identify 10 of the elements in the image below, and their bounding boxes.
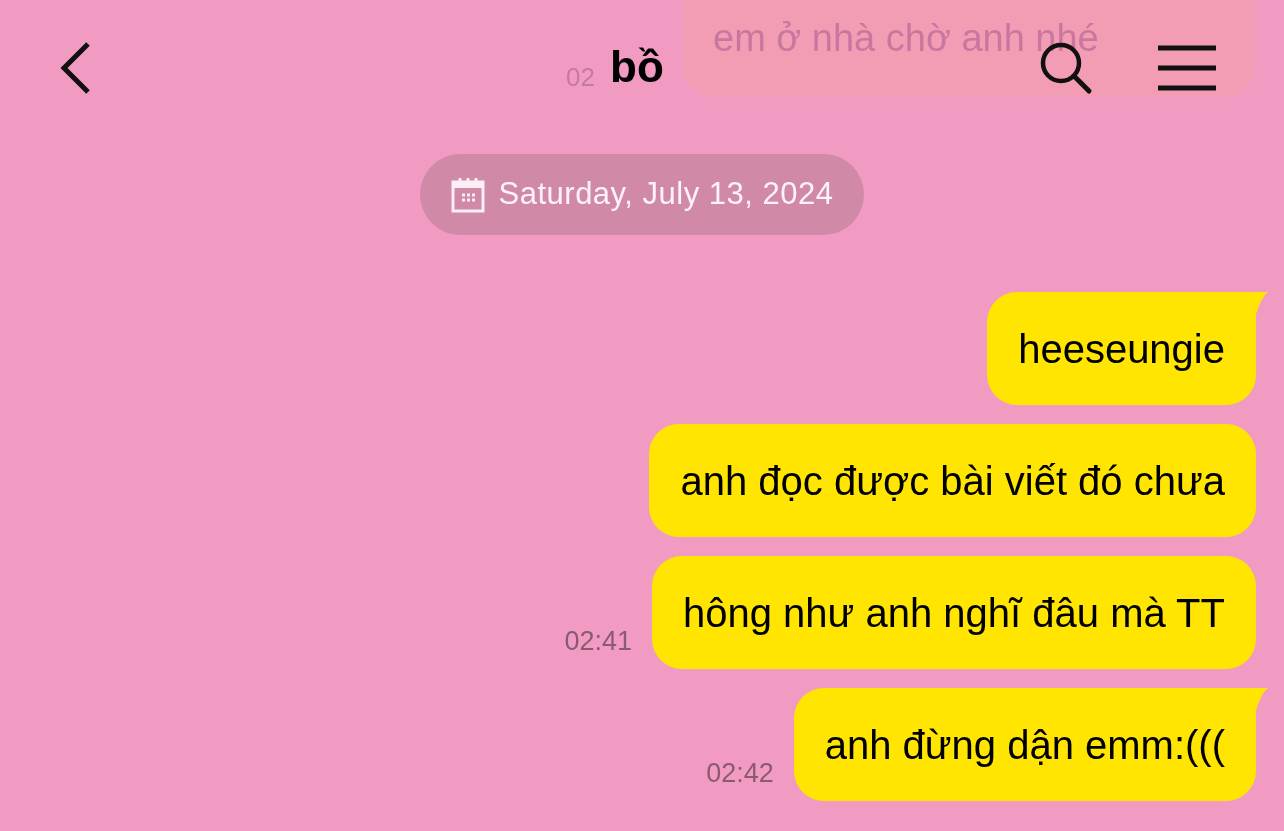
date-text: Saturday, July 13, 2024 (498, 175, 834, 214)
message-time: 02:41 (564, 624, 632, 658)
message-text: heeseungie (1018, 325, 1225, 373)
message-text: hông như anh nghĩ đâu mà TT (683, 589, 1225, 637)
calendar-icon (450, 176, 485, 213)
message-text: anh đừng dận emm:((( (824, 721, 1225, 769)
chat-title: bồ (610, 40, 664, 93)
message-text: anh đọc được bài viết đó chưa (680, 457, 1225, 505)
message-time: 02:42 (706, 756, 774, 790)
menu-icon (1156, 43, 1218, 92)
